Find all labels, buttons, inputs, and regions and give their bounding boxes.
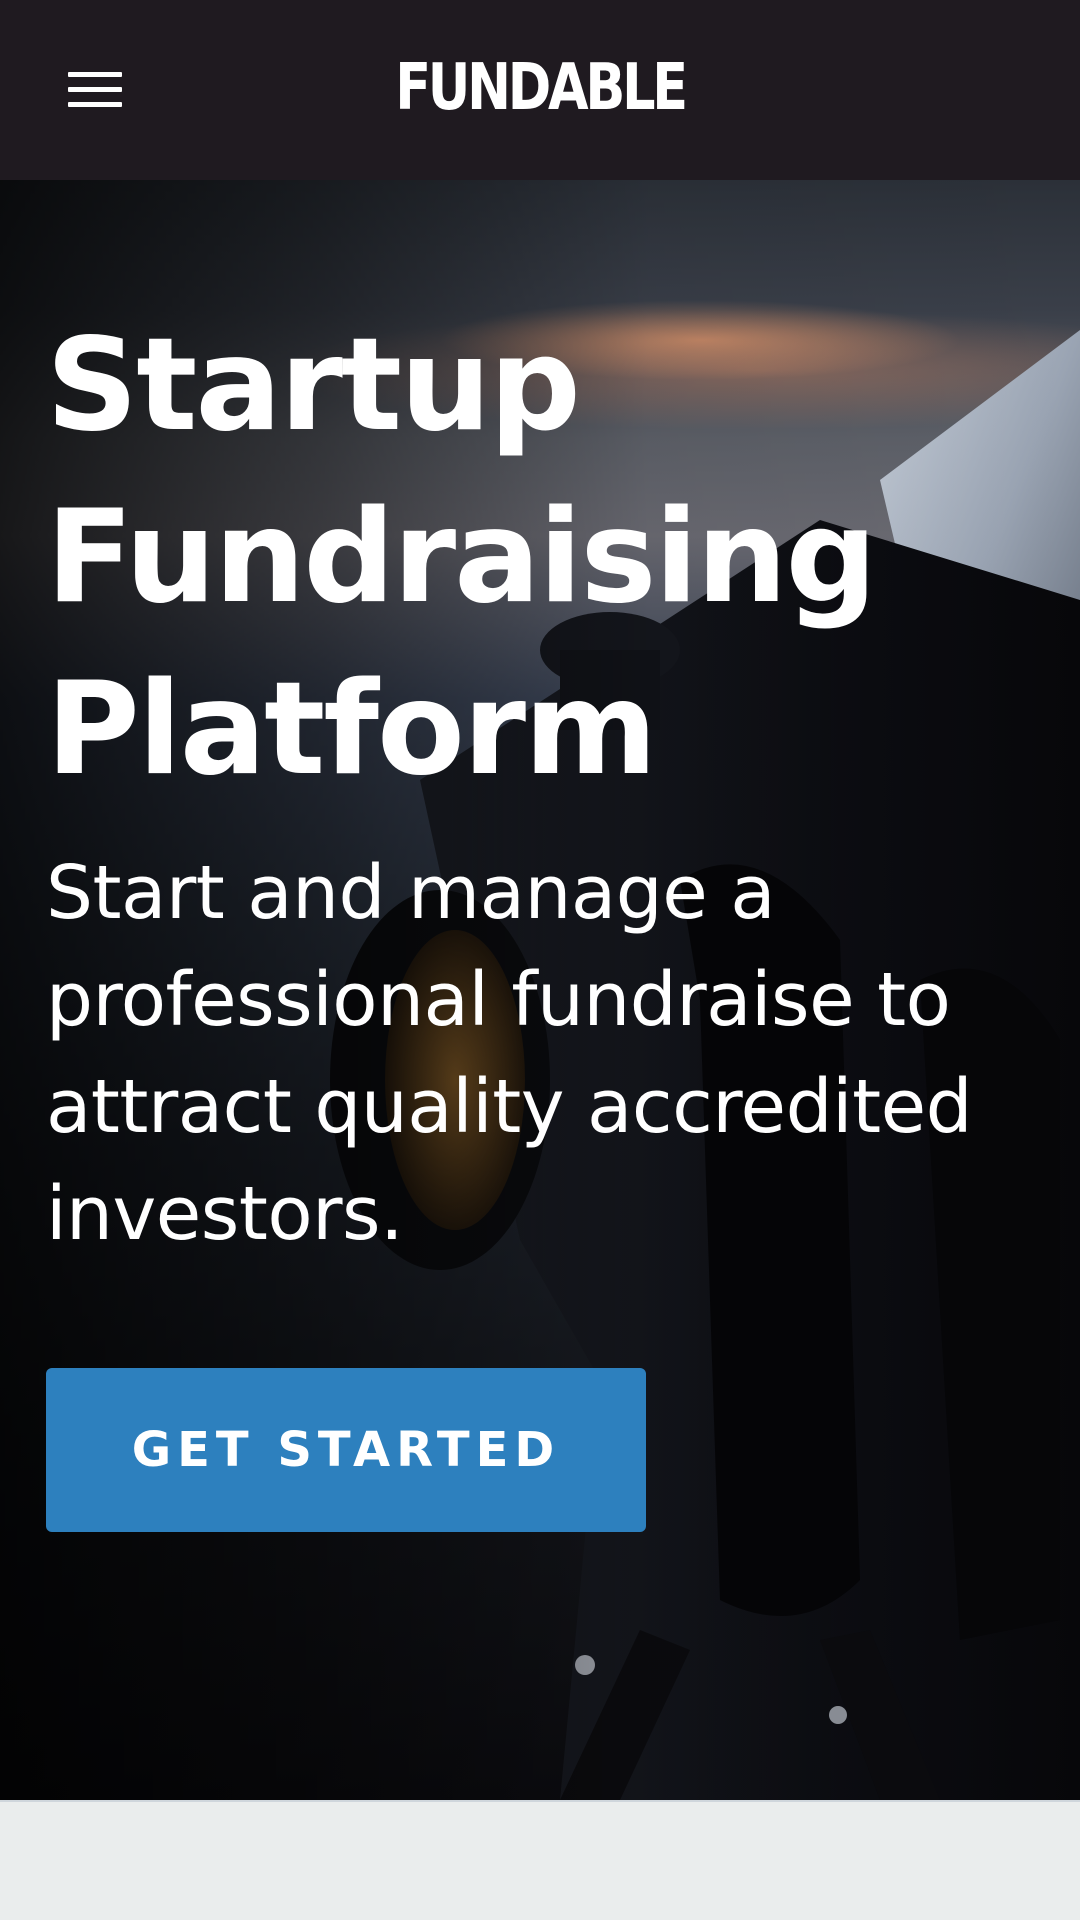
get-started-button[interactable]: GET STARTED — [46, 1368, 646, 1532]
hero-title: Startup Fundraising Platform — [46, 311, 877, 804]
hero-section: Startup Fundraising Platform Start and m… — [0, 180, 1080, 1800]
brand-logo[interactable]: FUNDABLE — [97, 52, 983, 124]
hero-subtitle: Start and manage a professional fundrais… — [46, 850, 973, 1257]
next-section-edge — [0, 1800, 1080, 1920]
page: FUNDABLE Startup Fundraising Platform St… — [0, 0, 1080, 1920]
top-nav-bar: FUNDABLE — [0, 0, 1080, 180]
